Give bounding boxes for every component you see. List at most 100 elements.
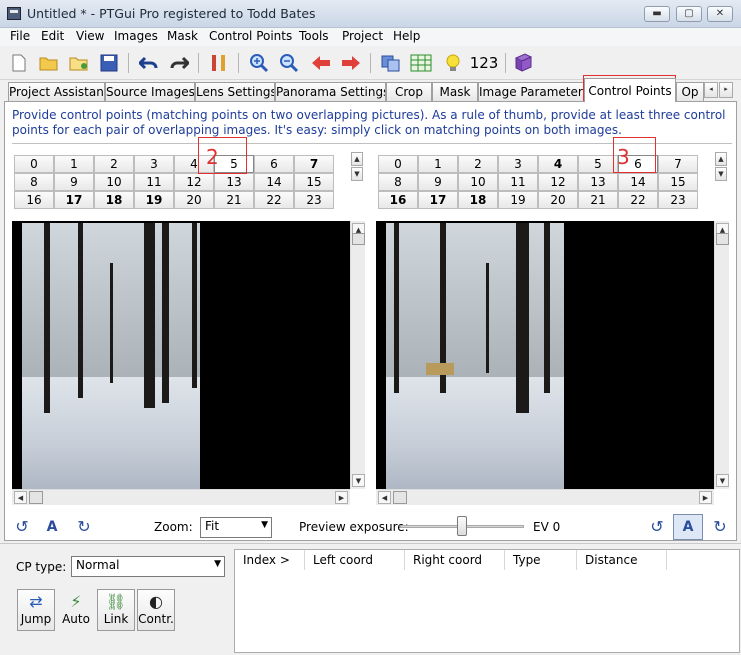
control-points-table[interactable]: Index > Left coord Right coord Type Dist… <box>234 549 740 653</box>
right-image-1[interactable]: 1 <box>418 155 458 173</box>
tab-scroll-left-icon[interactable]: ◂ <box>704 82 718 98</box>
right-image-21[interactable]: 21 <box>578 191 618 209</box>
right-image-view[interactable] <box>376 221 714 489</box>
close-button[interactable]: ✕ <box>707 6 733 22</box>
auto-label-icon[interactable]: A <box>42 517 62 537</box>
redo-icon[interactable] <box>168 52 190 74</box>
numbers-icon[interactable]: 123 <box>470 52 499 74</box>
auto-button[interactable]: ⚡ Auto <box>57 589 95 631</box>
contrast-button[interactable]: ◐ Contr. <box>137 589 175 631</box>
save-icon[interactable] <box>98 52 120 74</box>
menu-tools[interactable]: Tools <box>299 29 329 43</box>
left-image-14[interactable]: 14 <box>254 173 294 191</box>
left-scroll-left[interactable]: ◀ <box>14 491 27 504</box>
right-image-2[interactable]: 2 <box>458 155 498 173</box>
table-icon[interactable] <box>410 52 432 74</box>
zoom-out-icon[interactable] <box>278 52 300 74</box>
right-image-18[interactable]: 18 <box>458 191 498 209</box>
right-scroll-right[interactable]: ▶ <box>699 491 712 504</box>
left-image-11[interactable]: 11 <box>134 173 174 191</box>
tab-image-parameters[interactable]: Image Parameters <box>478 82 584 101</box>
right-image-10[interactable]: 10 <box>458 173 498 191</box>
left-scroll-right[interactable]: ▶ <box>335 491 348 504</box>
zoom-select[interactable]: Fit ▼ <box>200 517 272 538</box>
right-image-7[interactable]: 7 <box>658 155 698 173</box>
column-index[interactable]: Index > <box>235 550 305 570</box>
menu-project[interactable]: Project <box>342 29 383 43</box>
link-button[interactable]: ⛓ Link <box>97 589 135 631</box>
help-book-icon[interactable] <box>512 52 534 74</box>
right-image-17[interactable]: 17 <box>418 191 458 209</box>
left-image-18[interactable]: 18 <box>94 191 134 209</box>
open-recent-icon[interactable] <box>68 52 90 74</box>
left-image-21[interactable]: 21 <box>214 191 254 209</box>
column-type[interactable]: Type <box>505 550 577 570</box>
tools-icon[interactable] <box>208 52 230 74</box>
left-image-22[interactable]: 22 <box>254 191 294 209</box>
tab-optimizer[interactable]: Op <box>676 82 704 101</box>
left-image-23[interactable]: 23 <box>294 191 334 209</box>
left-image-10[interactable]: 10 <box>94 173 134 191</box>
exposure-slider-thumb[interactable] <box>457 516 467 536</box>
tab-project-assistant[interactable]: Project Assistant <box>8 82 105 101</box>
right-image-12[interactable]: 12 <box>538 173 578 191</box>
right-hscroll-thumb[interactable] <box>393 491 407 504</box>
left-image-17[interactable]: 17 <box>54 191 94 209</box>
left-image-15[interactable]: 15 <box>294 173 334 191</box>
right-image-15[interactable]: 15 <box>658 173 698 191</box>
right-image-19[interactable]: 19 <box>498 191 538 209</box>
menu-control-points[interactable]: Control Points <box>209 29 292 43</box>
right-image-13[interactable]: 13 <box>578 173 618 191</box>
tab-panorama-settings[interactable]: Panorama Settings <box>275 82 386 101</box>
tab-control-points[interactable]: Control Points <box>584 78 676 102</box>
rotate-left-icon[interactable]: ↺ <box>12 517 32 537</box>
right-image-3[interactable]: 3 <box>498 155 538 173</box>
left-horizontal-scrollbar[interactable]: ◀ ▶ <box>12 489 350 505</box>
left-image-0[interactable]: 0 <box>14 155 54 173</box>
undo-icon[interactable] <box>138 52 160 74</box>
left-grid-scroll-up[interactable]: ▲ <box>351 152 363 166</box>
menu-edit[interactable]: Edit <box>41 29 64 43</box>
menu-mask[interactable]: Mask <box>167 29 198 43</box>
right-grid-scroll-up[interactable]: ▲ <box>715 152 727 166</box>
minimize-button[interactable]: ▬ <box>644 6 670 22</box>
left-scroll-down[interactable]: ▼ <box>352 474 365 487</box>
right-image-0[interactable]: 0 <box>378 155 418 173</box>
left-image-9[interactable]: 9 <box>54 173 94 191</box>
open-folder-icon[interactable] <box>38 52 60 74</box>
left-image-20[interactable]: 20 <box>174 191 214 209</box>
left-vertical-scrollbar[interactable]: ▲ ▼ <box>350 221 365 489</box>
left-image-8[interactable]: 8 <box>14 173 54 191</box>
left-hscroll-thumb[interactable] <box>29 491 43 504</box>
right-auto-label-button[interactable]: A <box>673 514 703 540</box>
tab-lens-settings[interactable]: Lens Settings <box>195 82 275 101</box>
jump-button[interactable]: ⇄ Jump <box>17 589 55 631</box>
rotate-right-icon[interactable]: ↻ <box>74 517 94 537</box>
left-image-3[interactable]: 3 <box>134 155 174 173</box>
left-image-16[interactable]: 16 <box>14 191 54 209</box>
left-image-13[interactable]: 13 <box>214 173 254 191</box>
right-image-14[interactable]: 14 <box>618 173 658 191</box>
next-arrow-icon[interactable] <box>340 52 362 74</box>
right-grid-scroll-down[interactable]: ▼ <box>715 167 727 181</box>
right-rotate-right-icon[interactable]: ↻ <box>710 517 730 537</box>
right-scroll-left[interactable]: ◀ <box>378 491 391 504</box>
left-image-12[interactable]: 12 <box>174 173 214 191</box>
menu-view[interactable]: View <box>76 29 104 43</box>
maximize-button[interactable]: ▢ <box>676 6 702 22</box>
left-vscroll-thumb[interactable] <box>352 233 365 245</box>
left-image-1[interactable]: 1 <box>54 155 94 173</box>
right-scroll-down[interactable]: ▼ <box>716 474 729 487</box>
left-image-view[interactable] <box>12 221 350 489</box>
right-image-9[interactable]: 9 <box>418 173 458 191</box>
right-image-22[interactable]: 22 <box>618 191 658 209</box>
left-image-7[interactable]: 7 <box>294 155 334 173</box>
right-image-8[interactable]: 8 <box>378 173 418 191</box>
tab-source-images[interactable]: Source Images <box>105 82 195 101</box>
tab-scroll-right-icon[interactable]: ▸ <box>719 82 733 98</box>
panorama-editor-icon[interactable] <box>380 52 402 74</box>
left-image-2[interactable]: 2 <box>94 155 134 173</box>
tab-crop[interactable]: Crop <box>386 82 432 101</box>
left-image-19[interactable]: 19 <box>134 191 174 209</box>
right-image-4[interactable]: 4 <box>538 155 578 173</box>
